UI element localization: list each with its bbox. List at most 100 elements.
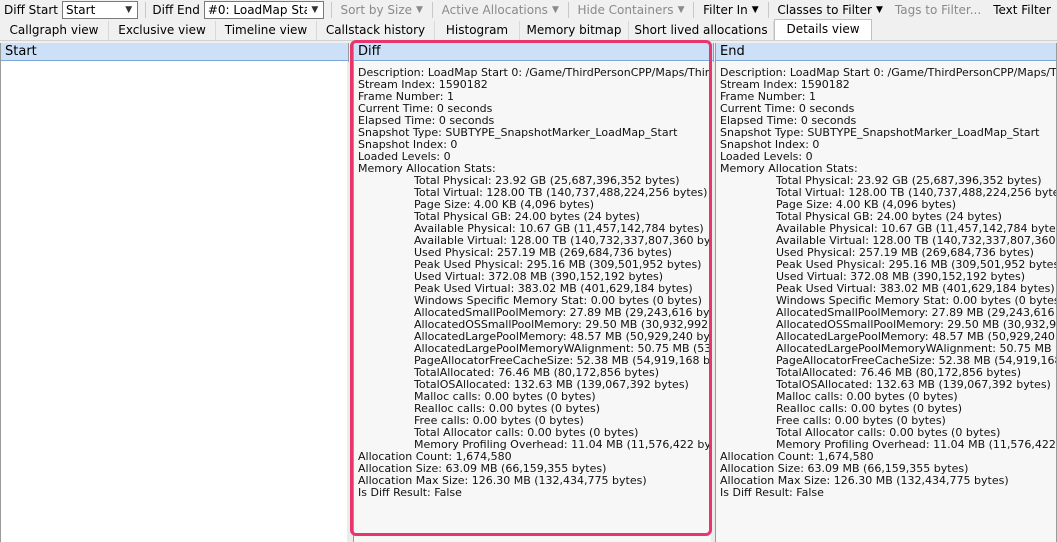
stat-line: Free calls: 0.00 bytes (0 bytes) (776, 415, 946, 427)
stat-line: AllocatedSmallPoolMemory: 27.89 MB (29,2… (776, 307, 1056, 319)
start-panel-header: Start (1, 43, 348, 61)
stat-line: TotalOSAllocated: 132.63 MB (139,067,392… (414, 379, 689, 391)
stat-line: Malloc calls: 0.00 bytes (0 bytes) (414, 391, 596, 403)
detail-line: Elapsed Time: 0 seconds (720, 115, 857, 127)
tab-exclusive-view[interactable]: Exclusive view (109, 21, 216, 40)
detail-line: Loaded Levels: 0 (358, 151, 451, 163)
stat-line: Used Physical: 257.19 MB (269,684,736 by… (414, 247, 672, 259)
detail-line: Is Diff Result: False (358, 487, 462, 499)
detail-line: Stream Index: 1590182 (720, 79, 850, 91)
stat-line: Total Physical GB: 24.00 bytes (24 bytes… (776, 211, 1002, 223)
detail-line: Is Diff Result: False (720, 487, 824, 499)
detail-line: Description: LoadMap Start 0: /Game/Thir… (358, 67, 713, 79)
detail-line: Snapshot Type: SUBTYPE_SnapshotMarker_Lo… (358, 127, 678, 139)
detail-line: Memory Allocation Stats: (358, 163, 496, 175)
stat-line: Windows Specific Memory Stat: 0.00 bytes… (414, 295, 702, 307)
stat-line: Total Virtual: 128.00 TB (140,737,488,22… (414, 187, 708, 199)
toolbar: Diff Start Start ▼ Diff End #0: LoadMap … (0, 0, 1057, 20)
stat-line: Available Physical: 10.67 GB (11,457,142… (414, 223, 704, 235)
stat-line: Page Size: 4.00 KB (4,096 bytes) (414, 199, 595, 211)
detail-line: Stream Index: 1590182 (358, 79, 488, 91)
stat-line: Used Physical: 257.19 MB (269,684,736 by… (776, 247, 1034, 259)
stat-line: AllocatedLargePoolMemory: 48.57 MB (50,9… (776, 331, 1056, 343)
stat-line: AllocatedLargePoolMemory: 48.57 MB (50,9… (414, 331, 713, 343)
stat-line: Total Allocator calls: 0.00 bytes (0 byt… (414, 427, 639, 439)
text-filter-button[interactable]: Text Filter (987, 3, 1057, 17)
sort-by-size-button[interactable]: Sort by Size ▼ (334, 3, 429, 17)
diff-panel-body: Description: LoadMap Start 0: /Game/Thir… (354, 62, 713, 542)
diff-panel-header: Diff (354, 43, 713, 61)
end-panel: End Description: LoadMap Start 0: /Game/… (715, 43, 1057, 542)
stat-line: Available Physical: 10.67 GB (11,457,142… (776, 223, 1056, 235)
end-panel-body: Description: LoadMap Start 0: /Game/Thir… (716, 62, 1056, 542)
diff-details-text: Description: LoadMap Start 0: /Game/Thir… (358, 67, 713, 499)
stat-line: Free calls: 0.00 bytes (0 bytes) (414, 415, 584, 427)
toolbar-separator (567, 2, 569, 18)
chevron-down-icon: ▼ (125, 5, 133, 15)
stat-line: Windows Specific Memory Stat: 0.00 bytes… (776, 295, 1056, 307)
tab-details-view[interactable]: Details view (774, 19, 872, 40)
detail-line: Description: LoadMap Start 0: /Game/Thir… (720, 67, 1056, 79)
active-allocations-button[interactable]: Active Allocations ▼ (436, 3, 565, 17)
stat-line: Peak Used Virtual: 383.02 MB (401,629,18… (414, 283, 693, 295)
stat-line: PageAllocatorFreeCacheSize: 52.38 MB (54… (414, 355, 713, 367)
stat-line: Malloc calls: 0.00 bytes (0 bytes) (776, 391, 958, 403)
filter-in-button[interactable]: Filter In ▼ (697, 3, 765, 17)
detail-line: Snapshot Index: 0 (358, 139, 458, 151)
stat-line: Total Physical: 23.92 GB (25,687,396,352… (776, 175, 1042, 187)
detail-line: Allocation Max Size: 126.30 MB (132,434,… (358, 475, 647, 487)
tab-memory-bitmap[interactable]: Memory bitmap (520, 21, 629, 40)
toolbar-separator (693, 2, 695, 18)
stat-line: Used Virtual: 372.08 MB (390,152,192 byt… (776, 271, 1026, 283)
tab-callgraph-view[interactable]: Callgraph view (0, 21, 109, 40)
stat-line: Realloc calls: 0.00 bytes (0 bytes) (776, 403, 963, 415)
detail-line: Loaded Levels: 0 (720, 151, 813, 163)
stat-line: PageAllocatorFreeCacheSize: 52.38 MB (54… (776, 355, 1056, 367)
diff-end-combo[interactable]: #0: LoadMap Start ▼ (203, 1, 324, 19)
toolbar-separator (144, 2, 146, 18)
stat-line: AllocatedOSSmallPoolMemory: 29.50 MB (30… (414, 319, 713, 331)
tab-histogram[interactable]: Histogram (435, 21, 520, 40)
tab-timeline-view[interactable]: Timeline view (216, 21, 317, 40)
tags-to-filter-button[interactable]: Tags to Filter... (889, 3, 987, 17)
toolbar-separator (767, 2, 769, 18)
chevron-down-icon: ▼ (751, 5, 759, 15)
end-panel-header: End (716, 43, 1056, 61)
detail-line: Allocation Size: 63.09 MB (66,159,355 by… (720, 463, 969, 475)
view-tabs: Callgraph view Exclusive view Timeline v… (0, 19, 1057, 41)
stat-line: AllocatedLargePoolMemoryWAlignment: 50.7… (414, 343, 713, 355)
stat-line: Total Allocator calls: 0.00 bytes (0 byt… (776, 427, 1001, 439)
tab-callstack-history[interactable]: Callstack history (317, 21, 435, 40)
stat-line: AllocatedLargePoolMemoryWAlignment: 50.7… (776, 343, 1056, 355)
detail-line: Current Time: 0 seconds (358, 103, 493, 115)
tab-short-lived-allocations[interactable]: Short lived allocations (629, 21, 774, 40)
hide-containers-button[interactable]: Hide Containers ▼ (571, 3, 690, 17)
start-panel: Start (0, 43, 349, 542)
stat-line: AllocatedOSSmallPoolMemory: 29.50 MB (30… (776, 319, 1056, 331)
diff-start-value: Start (65, 3, 96, 17)
stat-line: Peak Used Virtual: 383.02 MB (401,629,18… (776, 283, 1055, 295)
detail-line: Frame Number: 1 (358, 91, 454, 103)
chevron-down-icon: ▼ (875, 5, 883, 15)
detail-line: Current Time: 0 seconds (720, 103, 855, 115)
diff-end-value: #0: LoadMap Start (207, 3, 307, 17)
detail-line: Snapshot Index: 0 (720, 139, 820, 151)
stat-line: Page Size: 4.00 KB (4,096 bytes) (776, 199, 957, 211)
stat-line: TotalOSAllocated: 132.63 MB (139,067,392… (776, 379, 1051, 391)
chevron-down-icon: ▼ (677, 5, 685, 15)
diff-start-label: Diff Start (4, 3, 58, 17)
chevron-down-icon: ▼ (551, 5, 559, 15)
stat-line: Peak Used Physical: 295.16 MB (309,501,9… (776, 259, 1056, 271)
chevron-down-icon: ▼ (311, 5, 319, 15)
classes-to-filter-button[interactable]: Classes to Filter ▼ (771, 3, 889, 17)
diff-start-combo[interactable]: Start ▼ (61, 1, 138, 19)
stat-line: AllocatedSmallPoolMemory: 27.89 MB (29,2… (414, 307, 713, 319)
stat-line: Memory Profiling Overhead: 11.04 MB (11,… (776, 439, 1056, 451)
start-panel-body (1, 62, 348, 542)
toolbar-separator (431, 2, 433, 18)
stat-line: Total Virtual: 128.00 TB (140,737,488,22… (776, 187, 1056, 199)
diff-end-label: Diff End (152, 3, 200, 17)
stat-line: Memory Profiling Overhead: 11.04 MB (11,… (414, 439, 713, 451)
detail-line: Allocation Size: 63.09 MB (66,159,355 by… (358, 463, 607, 475)
stat-line: Peak Used Physical: 295.16 MB (309,501,9… (414, 259, 702, 271)
